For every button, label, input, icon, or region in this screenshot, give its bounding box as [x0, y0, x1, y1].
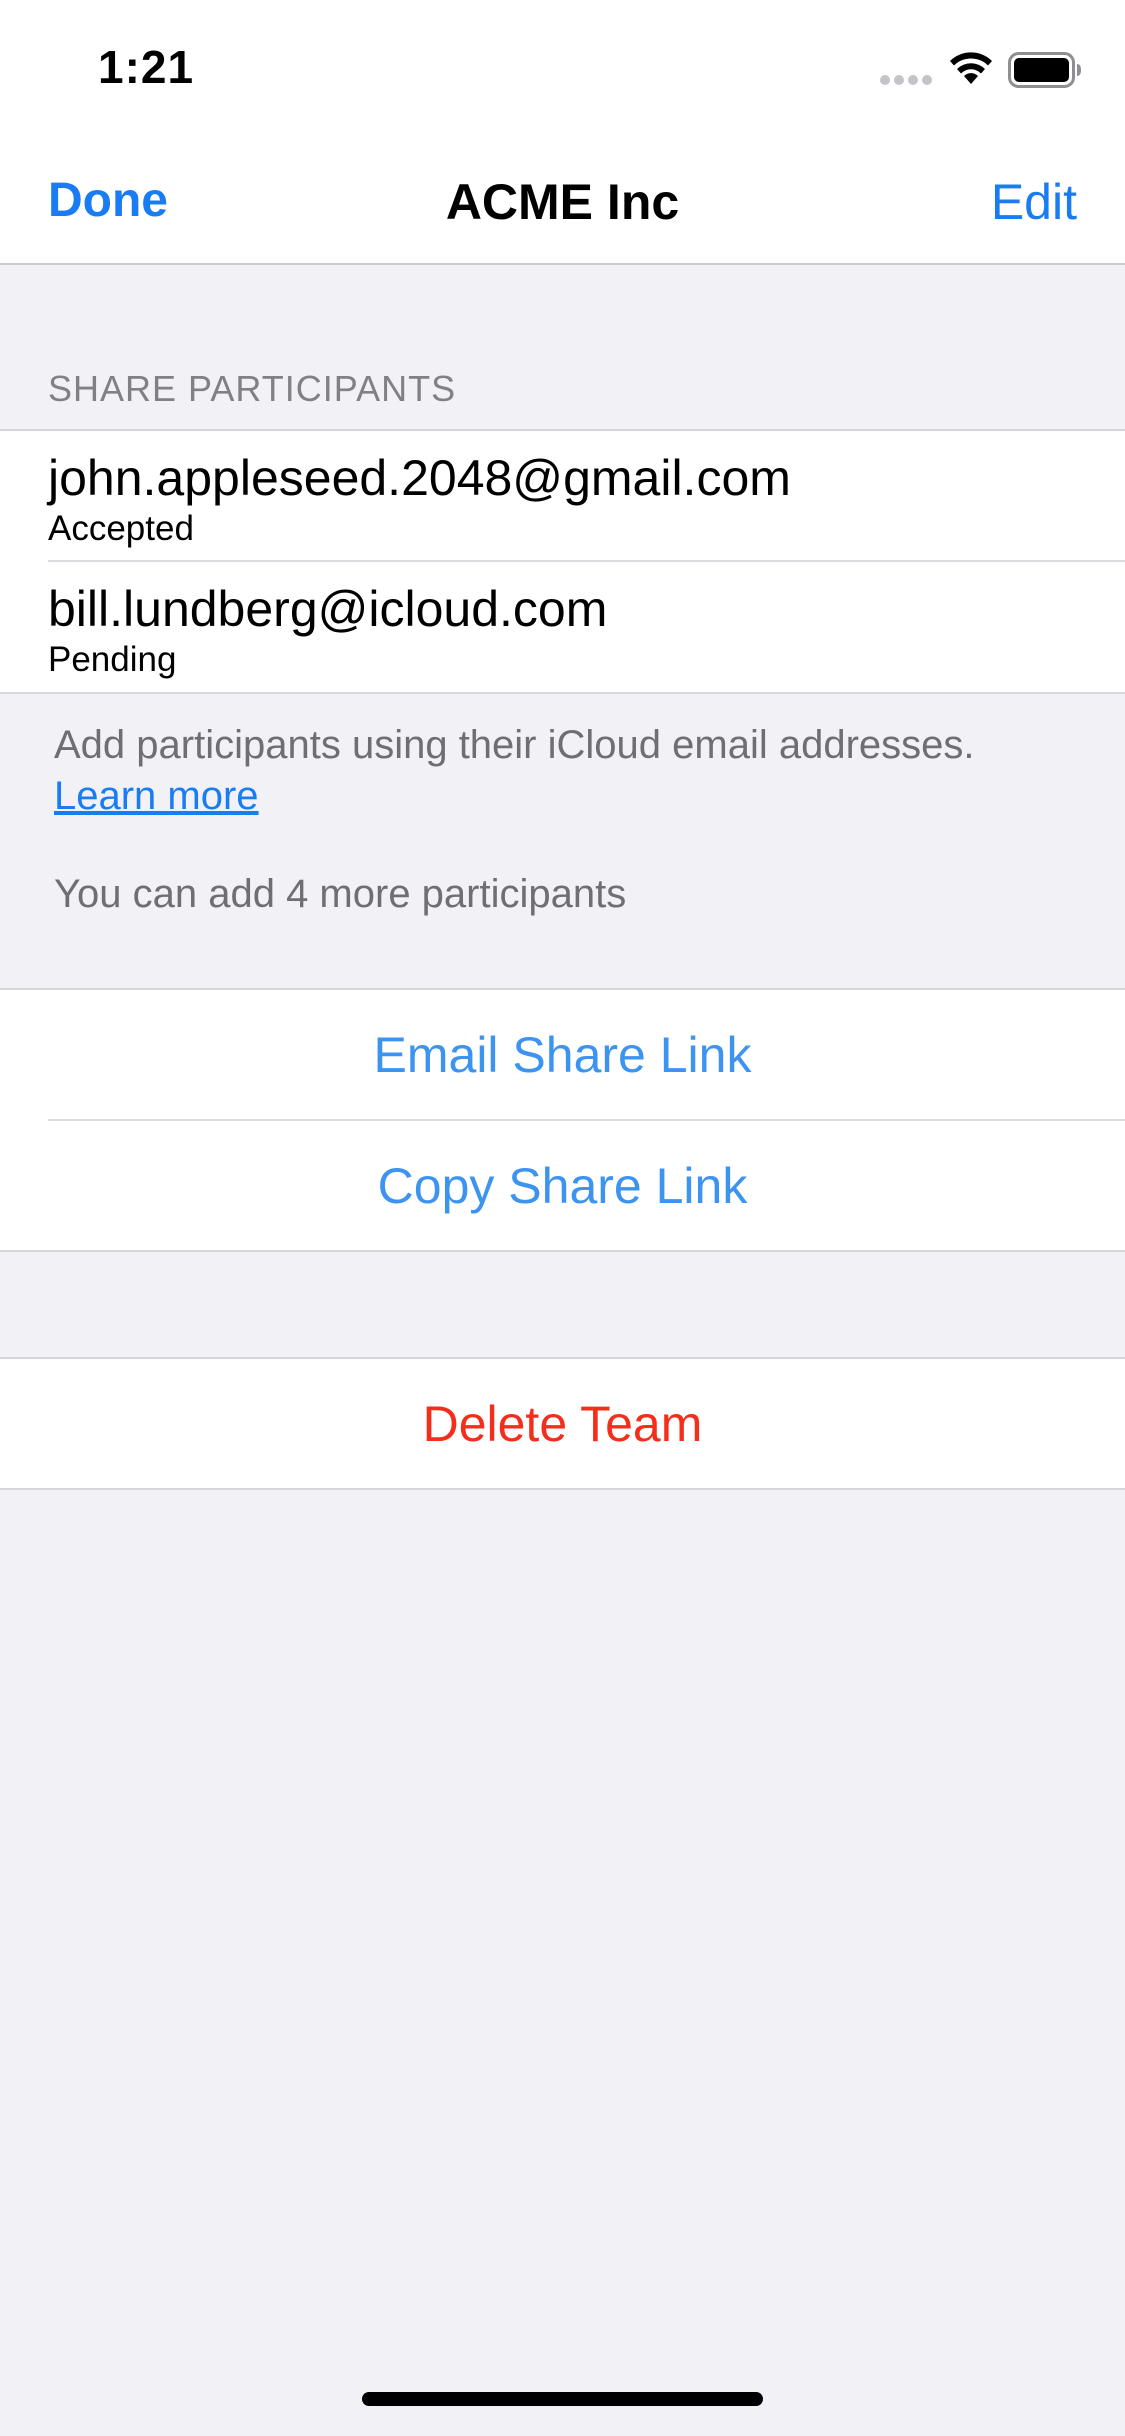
participant-row[interactable]: john.appleseed.2048@gmail.com Accepted	[0, 431, 1125, 562]
signal-icon	[880, 75, 934, 89]
participant-email: john.appleseed.2048@gmail.com	[48, 450, 791, 506]
section-header-participants: SHARE PARTICIPANTS	[48, 368, 457, 409]
status-time: 1:21	[98, 41, 195, 93]
participant-status: Pending	[48, 640, 177, 679]
participant-row[interactable]: bill.lundberg@icloud.com Pending	[0, 562, 1125, 693]
status-bar: 1:21	[0, 0, 1125, 135]
footer-description: Add participants using their iCloud emai…	[54, 723, 975, 767]
page-title: ACME Inc	[445, 174, 680, 230]
participants-list: john.appleseed.2048@gmail.com Accepted b…	[0, 429, 1125, 694]
participant-email: bill.lundberg@icloud.com	[48, 581, 608, 637]
screen: 1:21 Done ACME Inc Edit SHARE PARTICIPAN…	[0, 0, 1125, 2436]
battery-icon	[1008, 52, 1081, 88]
delete-team-button[interactable]: Delete Team	[0, 1359, 1125, 1490]
wifi-icon	[950, 52, 992, 84]
email-share-link-button[interactable]: Email Share Link	[0, 990, 1125, 1121]
edit-button[interactable]: Edit	[991, 173, 1077, 231]
participants-footer: Add participants using their iCloud emai…	[54, 720, 1094, 822]
learn-more-link[interactable]: Learn more	[54, 774, 259, 818]
danger-actions-group: Delete Team	[0, 1357, 1125, 1490]
copy-share-link-button[interactable]: Copy Share Link	[0, 1121, 1125, 1252]
remaining-participants-text: You can add 4 more participants	[54, 872, 627, 916]
share-actions-group: Email Share Link Copy Share Link	[0, 988, 1125, 1252]
navigation-bar: Done ACME Inc Edit	[0, 135, 1125, 265]
participant-status: Accepted	[48, 509, 194, 548]
home-indicator[interactable]	[362, 2392, 763, 2406]
